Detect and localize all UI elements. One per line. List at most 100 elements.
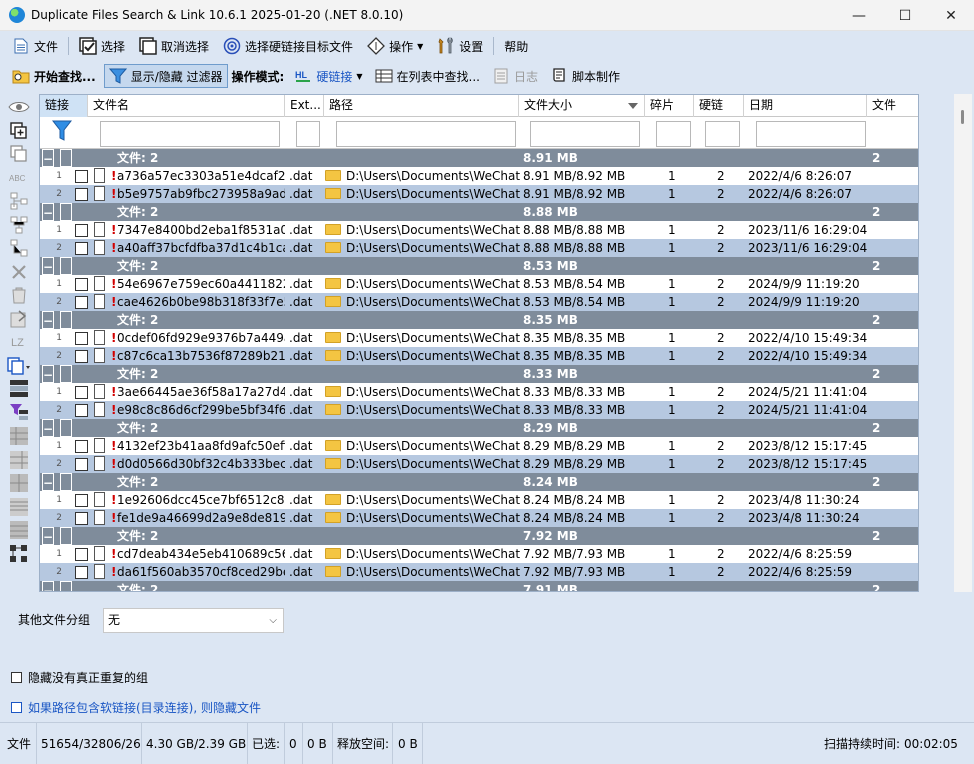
group-checkbox[interactable] (60, 581, 72, 591)
collapse-icon[interactable]: − (42, 149, 54, 167)
menu-select-link-target[interactable]: 选择硬链接目标文件 (223, 34, 353, 58)
collapse-icon[interactable]: − (42, 473, 54, 491)
collapse-icon[interactable]: − (42, 257, 54, 275)
hide-no-dup-checkbox[interactable] (11, 672, 22, 683)
table-row[interactable]: 2!cae4626b0be98b318f33f7e5890... .dat D:\U… (40, 293, 918, 311)
column-alt-icon[interactable] (7, 449, 31, 471)
row-checkbox[interactable] (75, 242, 88, 255)
collapse-icon[interactable]: − (42, 581, 54, 591)
group-checkbox[interactable] (60, 203, 72, 221)
group-checkbox[interactable] (60, 311, 72, 329)
path-filter-input[interactable] (336, 121, 516, 147)
filter-grid-icon[interactable] (7, 402, 31, 424)
hardlinks-filter-input[interactable] (705, 121, 740, 147)
group-row[interactable]: − 文件: 2 8.53 MB 2 (40, 257, 918, 275)
row-checkbox[interactable] (75, 296, 88, 309)
scrollbar-thumb[interactable] (961, 110, 964, 124)
date-filter-input[interactable] (756, 121, 866, 147)
group-row[interactable]: − 文件: 2 7.92 MB 2 (40, 527, 918, 545)
column-icon[interactable] (7, 425, 31, 447)
table-row[interactable]: 2!a40aff37bcfdfba37d1c4b1ca27b... .dat D:\… (40, 239, 918, 257)
collapse-icon[interactable]: − (42, 203, 54, 221)
menu-settings[interactable]: 设置 (437, 34, 483, 58)
group-checkbox[interactable] (60, 365, 72, 383)
maximize-button[interactable]: ☐ (882, 0, 928, 31)
filter-funnel-icon[interactable] (51, 120, 73, 145)
column-split-icon[interactable] (7, 472, 31, 494)
table-row[interactable]: 1!3ae66445ae36f58a17a27d4052b... .dat D:\U… (40, 383, 918, 401)
copy-link-icon[interactable] (7, 355, 31, 377)
group-checkbox[interactable] (60, 527, 72, 545)
col-header-link[interactable]: 链接 (40, 95, 88, 117)
tree-icon[interactable] (7, 190, 31, 212)
tree-alt-icon[interactable] (7, 214, 31, 236)
row-checkbox[interactable] (75, 458, 88, 471)
row-checkbox[interactable] (75, 404, 88, 417)
table-row[interactable]: 1!7347e8400bd2eba1f8531a03f46... .dat D:\U… (40, 221, 918, 239)
menu-file[interactable]: 文件 (12, 34, 58, 58)
fragments-filter-input[interactable] (656, 121, 691, 147)
log-button[interactable]: 日志 (488, 64, 542, 88)
column-merge-icon[interactable] (7, 496, 31, 518)
col-header-ext[interactable]: Ext... (285, 95, 324, 117)
collapse-icon[interactable]: − (42, 527, 54, 545)
hide-softlink-checkbox[interactable] (11, 702, 22, 713)
menu-deselect[interactable]: 取消选择 (139, 34, 209, 58)
col-header-size[interactable]: 文件大小 (519, 95, 645, 117)
group-row[interactable]: − 文件: 2 8.33 MB 2 (40, 365, 918, 383)
structure-icon[interactable] (7, 543, 31, 565)
row-checkbox[interactable] (75, 278, 88, 291)
abc-icon[interactable]: ABC (7, 167, 31, 189)
toggle-filter-button[interactable]: 显示/隐藏 过滤器 (103, 64, 228, 88)
group-row[interactable]: − 文件: 2 8.35 MB 2 (40, 311, 918, 329)
row-checkbox[interactable] (75, 494, 88, 507)
row-checkbox[interactable] (75, 350, 88, 363)
group-row[interactable]: − 文件: 2 8.29 MB 2 (40, 419, 918, 437)
table-row[interactable]: 2!e98c8c86d6cf299be5bf34f60ef8... .dat D:\… (40, 401, 918, 419)
row-checkbox[interactable] (75, 224, 88, 237)
table-row[interactable]: 1!0cdef06fd929e9376b7a449a1db... .dat D:\U… (40, 329, 918, 347)
table-row[interactable]: 2!da61f560ab3570cf8ced29be1ce... .dat D:\U… (40, 563, 918, 581)
move-icon[interactable] (7, 308, 31, 330)
table-row[interactable]: 1!1e92606dcc45ce7bf6512c8d8d0... .dat D:\U… (40, 491, 918, 509)
group-checkbox[interactable] (60, 473, 72, 491)
vertical-scrollbar[interactable] (954, 94, 972, 592)
close-button[interactable]: ✕ (928, 0, 974, 31)
filename-filter-input[interactable] (100, 121, 280, 147)
copy-add-icon[interactable] (7, 120, 31, 142)
mode-select[interactable]: HL 硬链接 ▼ (290, 64, 366, 88)
table-row[interactable]: 2!d0d0566d30bf32c4b333bec2527... .dat D:\U… (40, 455, 918, 473)
ext-filter-input[interactable] (296, 121, 320, 147)
group-row[interactable]: − 文件: 2 8.91 MB 2 (40, 149, 918, 167)
start-search-button[interactable]: 开始查找... (8, 64, 100, 88)
eye-icon[interactable] (7, 96, 31, 118)
row-checkbox[interactable] (75, 566, 88, 579)
lz-icon[interactable]: LZ (7, 331, 31, 353)
group-checkbox[interactable] (60, 149, 72, 167)
col-header-fragments[interactable]: 碎片 (645, 95, 694, 117)
row-checkbox[interactable] (75, 170, 88, 183)
menu-operation[interactable]: 操作 ▼ (367, 34, 423, 58)
col-header-files[interactable]: 文件 (867, 95, 918, 117)
script-button[interactable]: 脚本制作 (546, 64, 624, 88)
row-checkbox[interactable] (75, 440, 88, 453)
group-checkbox[interactable] (60, 257, 72, 275)
row-checkbox[interactable] (75, 188, 88, 201)
row-checkbox[interactable] (75, 386, 88, 399)
group-row[interactable]: − 文件: 2 8.88 MB 2 (40, 203, 918, 221)
col-header-date[interactable]: 日期 (744, 95, 867, 117)
table-row[interactable]: 2!c87c6ca13b7536f87289b21965b... .dat D:\U… (40, 347, 918, 365)
minimize-button[interactable]: — (836, 0, 882, 31)
collapse-icon[interactable]: − (42, 365, 54, 383)
size-filter-input[interactable] (530, 121, 640, 147)
table-row[interactable]: 1!a736a57ec3303a51e4dcaf2d3dd... .dat D:\U… (40, 167, 918, 185)
table-row[interactable]: 1!4132ef23b41aa8fd9afc50eff1ff6a... .dat D… (40, 437, 918, 455)
menu-help[interactable]: 帮助 (504, 34, 528, 58)
table-row[interactable]: 1!54e6967e759ec60a44118227cc... .dat D:\Us… (40, 275, 918, 293)
recycle-icon[interactable] (7, 284, 31, 306)
row-checkbox[interactable] (75, 512, 88, 525)
row-checkbox[interactable] (75, 332, 88, 345)
group-row[interactable]: − 文件: 2 7.91 MB 2 (40, 581, 918, 591)
group-row[interactable]: − 文件: 2 8.24 MB 2 (40, 473, 918, 491)
table-row[interactable]: 2!fe1de9a46699d2a9e8de819c03e... .dat D:\U… (40, 509, 918, 527)
